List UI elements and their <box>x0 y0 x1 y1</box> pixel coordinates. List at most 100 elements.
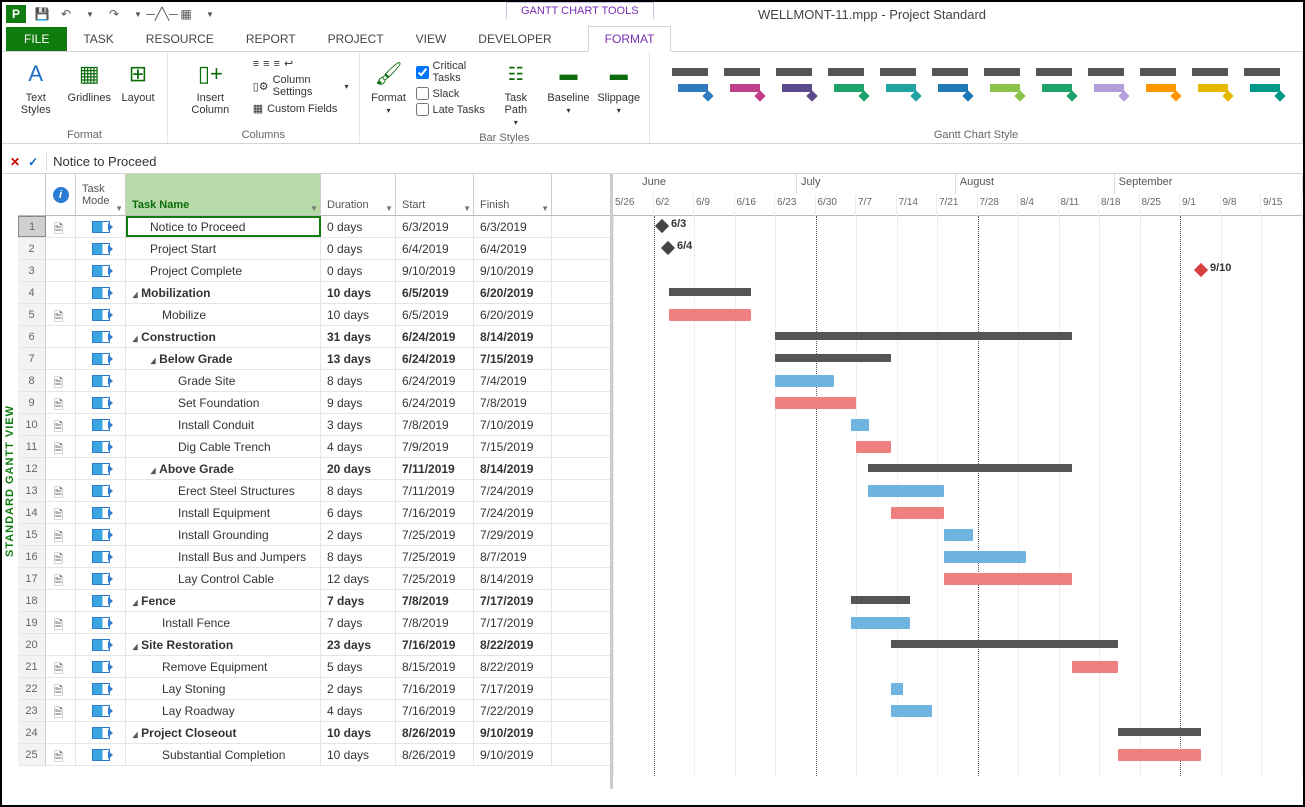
task-bar[interactable] <box>944 573 1072 585</box>
milestone-marker[interactable] <box>655 219 669 233</box>
tab-task[interactable]: TASK <box>67 27 129 51</box>
wrap-text-icon[interactable]: ↩ <box>284 57 293 70</box>
start-cell[interactable]: 6/24/2019 <box>396 370 474 391</box>
insert-column-button[interactable]: ▯+Insert Column <box>176 56 245 118</box>
taskname-cell[interactable]: Install Equipment <box>126 502 321 523</box>
taskname-cell[interactable]: Remove Equipment <box>126 656 321 677</box>
taskmode-cell[interactable] <box>76 590 126 611</box>
duration-cell[interactable]: 7 days <box>321 590 396 611</box>
duration-cell[interactable]: 9 days <box>321 392 396 413</box>
start-cell[interactable]: 8/26/2019 <box>396 744 474 765</box>
finish-cell[interactable]: 7/15/2019 <box>474 348 552 369</box>
taskmode-cell[interactable] <box>76 568 126 589</box>
summary-bar[interactable] <box>891 640 1118 648</box>
finish-cell[interactable]: 8/22/2019 <box>474 656 552 677</box>
row-number[interactable]: 13 <box>18 480 46 501</box>
gantt-style-swatch[interactable] <box>824 62 868 102</box>
duration-cell[interactable]: 10 days <box>321 722 396 743</box>
finish-cell[interactable]: 7/4/2019 <box>474 370 552 391</box>
align-right-icon[interactable]: ≡ <box>274 58 280 70</box>
start-cell[interactable]: 6/24/2019 <box>396 392 474 413</box>
align-buttons[interactable]: ≡ ≡ ≡ ↩ <box>251 56 351 71</box>
taskname-cell[interactable]: Below Grade <box>126 348 321 369</box>
finish-cell[interactable]: 7/22/2019 <box>474 700 552 721</box>
task-bar[interactable] <box>891 683 903 695</box>
start-cell[interactable]: 6/4/2019 <box>396 238 474 259</box>
slack-checkbox[interactable]: Slack <box>416 87 486 100</box>
row-number[interactable]: 23 <box>18 700 46 721</box>
duration-cell[interactable]: 5 days <box>321 656 396 677</box>
task-bar[interactable] <box>944 529 973 541</box>
finish-cell[interactable]: 8/22/2019 <box>474 634 552 655</box>
table-row[interactable]: 6 Construction 31 days 6/24/2019 8/14/20… <box>18 326 610 348</box>
summary-bar[interactable] <box>669 288 751 296</box>
gantt-style-swatch[interactable] <box>720 62 764 102</box>
row-number[interactable]: 9 <box>18 392 46 413</box>
layout-button[interactable]: ⊞Layout <box>117 56 159 106</box>
table-row[interactable]: 4 Mobilization 10 days 6/5/2019 6/20/201… <box>18 282 610 304</box>
tab-report[interactable]: REPORT <box>230 27 312 51</box>
start-cell[interactable]: 7/16/2019 <box>396 700 474 721</box>
row-number[interactable]: 25 <box>18 744 46 765</box>
start-cell[interactable]: 6/5/2019 <box>396 282 474 303</box>
row-number[interactable]: 12 <box>18 458 46 479</box>
start-cell[interactable]: 9/10/2019 <box>396 260 474 281</box>
undo-icon[interactable]: ↶ <box>58 6 74 22</box>
col-taskname[interactable]: Task Name▼ <box>126 174 321 215</box>
tab-view[interactable]: VIEW <box>400 27 463 51</box>
list-icon[interactable]: ▦ <box>178 6 194 22</box>
row-number[interactable]: 2 <box>18 238 46 259</box>
slippage-button[interactable]: ▬Slippage▾ <box>596 56 641 118</box>
gantt-style-swatch[interactable] <box>1032 62 1076 102</box>
taskname-cell[interactable]: Project Complete <box>126 260 321 281</box>
duration-cell[interactable]: 8 days <box>321 546 396 567</box>
start-cell[interactable]: 7/9/2019 <box>396 436 474 457</box>
taskname-cell[interactable]: Substantial Completion <box>126 744 321 765</box>
taskname-cell[interactable]: Grade Site <box>126 370 321 391</box>
milestone-marker[interactable] <box>661 241 675 255</box>
row-number[interactable]: 10 <box>18 414 46 435</box>
finish-cell[interactable]: 8/14/2019 <box>474 458 552 479</box>
table-row[interactable]: 7 Below Grade 13 days 6/24/2019 7/15/201… <box>18 348 610 370</box>
finish-cell[interactable]: 9/10/2019 <box>474 744 552 765</box>
duration-cell[interactable]: 4 days <box>321 700 396 721</box>
taskname-cell[interactable]: Fence <box>126 590 321 611</box>
start-cell[interactable]: 7/8/2019 <box>396 414 474 435</box>
table-row[interactable]: 23 🗎 Lay Roadway 4 days 7/16/2019 7/22/2… <box>18 700 610 722</box>
qat-customize-icon[interactable]: ▼ <box>202 6 218 22</box>
gantt-style-swatch[interactable] <box>1084 62 1128 102</box>
table-row[interactable]: 3 Project Complete 0 days 9/10/2019 9/10… <box>18 260 610 282</box>
summary-bar[interactable] <box>851 596 910 604</box>
start-cell[interactable]: 6/5/2019 <box>396 304 474 325</box>
duration-cell[interactable]: 0 days <box>321 216 396 237</box>
taskmode-cell[interactable] <box>76 282 126 303</box>
task-bar[interactable] <box>891 705 932 717</box>
finish-cell[interactable]: 7/24/2019 <box>474 502 552 523</box>
activity-icon[interactable]: ─╱╲─ <box>154 6 170 22</box>
start-cell[interactable]: 7/25/2019 <box>396 524 474 545</box>
taskmode-cell[interactable] <box>76 436 126 457</box>
taskmode-cell[interactable] <box>76 326 126 347</box>
table-row[interactable]: 5 🗎 Mobilize 10 days 6/5/2019 6/20/2019 <box>18 304 610 326</box>
start-cell[interactable]: 7/11/2019 <box>396 458 474 479</box>
table-row[interactable]: 25 🗎 Substantial Completion 10 days 8/26… <box>18 744 610 766</box>
row-number[interactable]: 4 <box>18 282 46 303</box>
taskmode-cell[interactable] <box>76 678 126 699</box>
start-cell[interactable]: 7/25/2019 <box>396 568 474 589</box>
duration-cell[interactable]: 20 days <box>321 458 396 479</box>
table-row[interactable]: 8 🗎 Grade Site 8 days 6/24/2019 7/4/2019 <box>18 370 610 392</box>
custom-fields-button[interactable]: ▦ Custom Fields <box>251 101 351 116</box>
finish-cell[interactable]: 7/10/2019 <box>474 414 552 435</box>
taskmode-cell[interactable] <box>76 458 126 479</box>
duration-cell[interactable]: 8 days <box>321 370 396 391</box>
row-number[interactable]: 3 <box>18 260 46 281</box>
gantt-style-swatch[interactable] <box>980 62 1024 102</box>
table-row[interactable]: 16 🗎 Install Bus and Jumpers 8 days 7/25… <box>18 546 610 568</box>
row-number[interactable]: 8 <box>18 370 46 391</box>
taskmode-cell[interactable] <box>76 392 126 413</box>
duration-cell[interactable]: 10 days <box>321 744 396 765</box>
duration-cell[interactable]: 23 days <box>321 634 396 655</box>
duration-cell[interactable]: 31 days <box>321 326 396 347</box>
start-cell[interactable]: 7/8/2019 <box>396 590 474 611</box>
task-bar[interactable] <box>775 375 834 387</box>
